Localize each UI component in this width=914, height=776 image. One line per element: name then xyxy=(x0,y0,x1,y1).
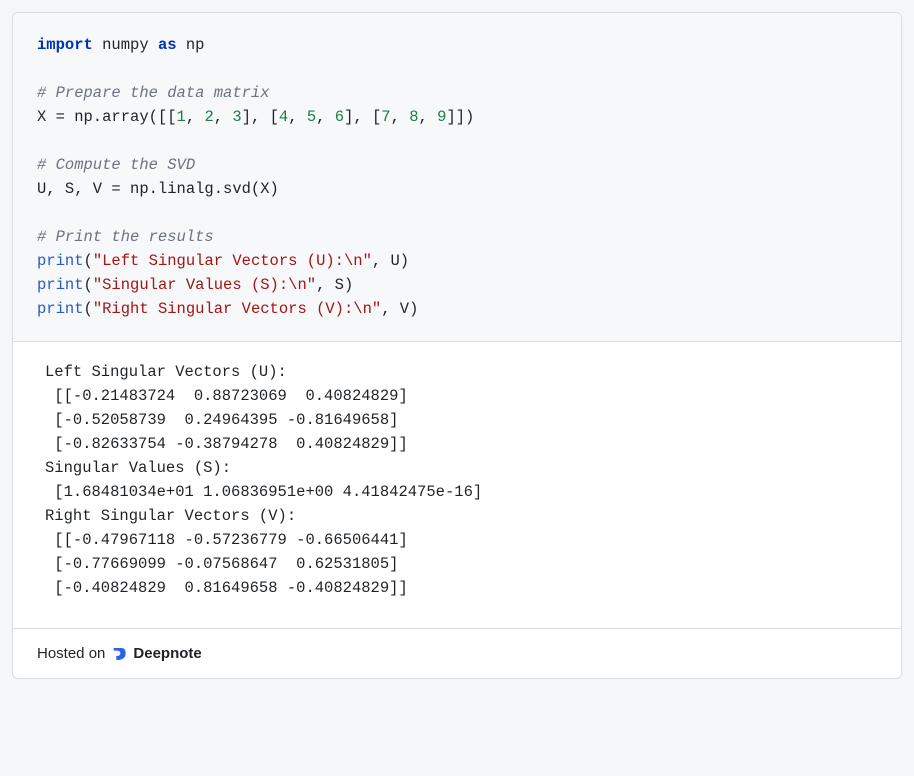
code-line: print("Left Singular Vectors (U):\n", U) xyxy=(37,252,409,270)
footer-prefix: Hosted on xyxy=(37,645,105,662)
code-line: print("Singular Values (S):\n", S) xyxy=(37,276,353,294)
code-line: U, S, V = np.linalg.svd(X) xyxy=(37,180,279,198)
code-input[interactable]: import numpy as np # Prepare the data ma… xyxy=(13,13,901,342)
code-output: Left Singular Vectors (U): [[-0.21483724… xyxy=(13,342,901,629)
deepnote-logo-icon xyxy=(111,646,127,662)
code-line: print("Right Singular Vectors (V):\n", V… xyxy=(37,300,418,318)
code-line: # Prepare the data matrix xyxy=(37,84,270,102)
code-line: # Print the results xyxy=(37,228,214,246)
code-line: import numpy as np xyxy=(37,36,204,54)
code-line: X = np.array([[1, 2, 3], [4, 5, 6], [7, … xyxy=(37,108,474,126)
notebook-cell: import numpy as np # Prepare the data ma… xyxy=(12,12,902,679)
footer-brand: Deepnote xyxy=(133,645,201,662)
code-line: # Compute the SVD xyxy=(37,156,195,174)
hosted-footer[interactable]: Hosted on Deepnote xyxy=(13,629,901,678)
